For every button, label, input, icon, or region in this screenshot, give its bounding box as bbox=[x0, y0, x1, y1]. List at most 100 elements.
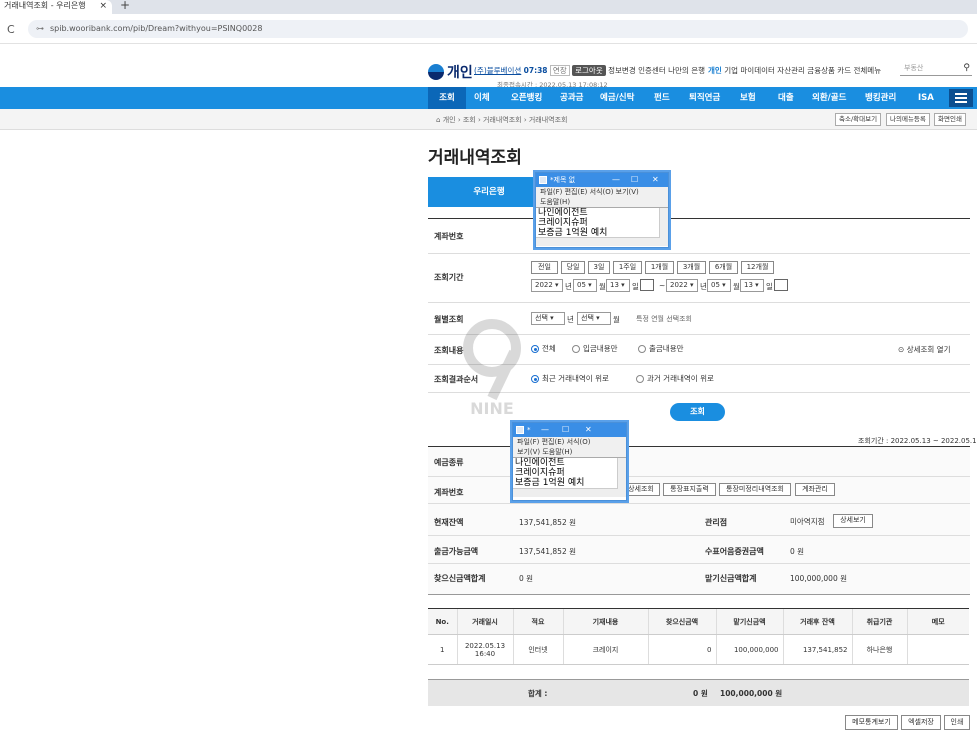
notepad-menu-help[interactable]: 도움말(H) bbox=[536, 197, 668, 207]
to-day-select[interactable]: 13 ▾ bbox=[740, 279, 764, 292]
nav-item-deposit[interactable]: 예금/신탁 bbox=[600, 87, 634, 109]
new-tab-icon[interactable]: + bbox=[120, 0, 130, 12]
top-menu-all[interactable]: 전체메뉴 bbox=[854, 66, 882, 75]
nav-item-utility[interactable]: 공과금 bbox=[560, 87, 583, 109]
vertical-scrollbar[interactable] bbox=[659, 208, 668, 238]
close-icon[interactable]: ✕ bbox=[585, 423, 592, 437]
hamburger-menu-icon[interactable] bbox=[949, 89, 973, 107]
maximize-icon[interactable]: ☐ bbox=[562, 423, 569, 437]
notepad-titlebar[interactable]: * — ☐ ✕ bbox=[513, 423, 626, 437]
account-mgmt-button[interactable]: 계좌관리 bbox=[795, 483, 835, 496]
notepad-text-area[interactable]: 나인에이전트 크레이지슈퍼 보증금 1억원 예치 bbox=[513, 457, 626, 489]
content-all-radio[interactable]: 전체 bbox=[531, 343, 556, 354]
notepad-titlebar[interactable]: *제목 없 — ☐ ✕ bbox=[536, 173, 668, 187]
account-label: 계좌번호 bbox=[434, 232, 464, 241]
info-change-link[interactable]: 정보변경 bbox=[608, 66, 636, 75]
tab-close-icon[interactable]: × bbox=[99, 0, 107, 12]
nav-item-insurance[interactable]: 보험 bbox=[740, 87, 756, 109]
nav-item-pension[interactable]: 퇴직연금 bbox=[689, 87, 720, 109]
to-month-select[interactable]: 05 ▾ bbox=[707, 279, 731, 292]
notepad-window[interactable]: * — ☐ ✕ 파일(F) 편집(E) 서식(O) 보기(V) 도움말(H) 나… bbox=[512, 422, 627, 501]
site-info-icon[interactable]: ⊶ bbox=[36, 20, 44, 38]
memo-stats-button[interactable]: 메모통계보기 bbox=[845, 715, 898, 730]
from-calendar-icon[interactable] bbox=[640, 279, 654, 291]
nav-item-fx-gold[interactable]: 외환/골드 bbox=[812, 87, 846, 109]
excel-save-button[interactable]: 엑셀저장 bbox=[901, 715, 941, 730]
logout-button[interactable]: 로그아웃 bbox=[572, 65, 606, 76]
period-prevday-button[interactable]: 전일 bbox=[531, 261, 558, 274]
branch-detail-button[interactable]: 상세보기 bbox=[833, 514, 873, 528]
notepad-text-area[interactable]: 나인에이전트 크레이지슈퍼 보증금 1억원 예치 bbox=[536, 207, 668, 238]
top-menu-products[interactable]: 금융상품 bbox=[807, 66, 835, 75]
horizontal-scrollbar[interactable] bbox=[536, 237, 668, 246]
nav-item-banking-mgmt[interactable]: 뱅킹관리 bbox=[865, 87, 896, 109]
order-recent-radio[interactable]: 최근 거래내역이 위로 bbox=[531, 373, 609, 384]
print-button[interactable]: 인쇄 bbox=[944, 715, 970, 730]
nav-item-transfer[interactable]: 이체 bbox=[474, 87, 490, 109]
notepad-line: 나인에이전트 bbox=[515, 458, 565, 468]
minimize-icon[interactable]: — bbox=[541, 423, 549, 437]
monthly-month-select[interactable]: 선택 ▾ bbox=[577, 312, 611, 325]
top-menu-asset[interactable]: 자산관리 bbox=[777, 66, 805, 75]
horizontal-scrollbar[interactable] bbox=[513, 488, 626, 497]
top-menu-mydata[interactable]: 마이데이터 bbox=[740, 66, 775, 75]
cert-center-link[interactable]: 인증센터 bbox=[638, 66, 666, 75]
from-day-value: 13 bbox=[610, 281, 619, 289]
notepad-menu[interactable]: 파일(F) 편집(E) 서식(O) 보기(V) bbox=[536, 187, 668, 197]
period-1month-button[interactable]: 1개월 bbox=[645, 261, 674, 274]
breadcrumb-home[interactable]: 개인 bbox=[443, 116, 456, 124]
home-icon[interactable]: ⌂ bbox=[436, 116, 440, 124]
site-logo[interactable]: 개인 bbox=[428, 62, 473, 82]
search-icon[interactable]: ⚲ bbox=[963, 62, 970, 74]
order-past-radio[interactable]: 과거 거래내역이 위로 bbox=[636, 373, 714, 384]
browser-tab[interactable]: 거래내역조회 - 우리은행 × bbox=[0, 0, 112, 14]
to-year-select[interactable]: 2022 ▾ bbox=[666, 279, 698, 292]
search-button[interactable]: 조회 bbox=[670, 403, 725, 421]
nav-item-openbanking[interactable]: 오픈뱅킹 bbox=[511, 87, 542, 109]
url-input[interactable]: ⊶ spib.wooribank.com/pib/Dream?withyou=PS… bbox=[28, 20, 968, 38]
notepad-menu-view[interactable]: 보기(V) 도움말(H) bbox=[513, 447, 626, 457]
nav-item-isa[interactable]: ISA bbox=[918, 87, 934, 109]
nav-item-fund[interactable]: 펀드 bbox=[654, 87, 670, 109]
top-search-input[interactable]: 부동산 ⚲ bbox=[900, 62, 972, 76]
top-menu-personal[interactable]: 개인 bbox=[708, 66, 722, 75]
top-menu-corporate[interactable]: 기업 bbox=[724, 66, 738, 75]
period-3day-button[interactable]: 3일 bbox=[588, 261, 610, 274]
from-month-select[interactable]: 05 ▾ bbox=[573, 279, 597, 292]
my-menu-button[interactable]: 나의메뉴등록 bbox=[886, 113, 930, 126]
period-6month-button[interactable]: 6개월 bbox=[709, 261, 738, 274]
notepad-window[interactable]: *제목 없 — ☐ ✕ 파일(F) 편집(E) 서식(O) 보기(V) 도움말(… bbox=[535, 172, 669, 248]
tab-woori-bank[interactable]: 우리은행 bbox=[428, 177, 550, 207]
cell-memo[interactable] bbox=[906, 634, 969, 665]
unposted-inquiry-button[interactable]: 통장미정리내역조회 bbox=[719, 483, 791, 496]
from-day-select[interactable]: 13 ▾ bbox=[606, 279, 630, 292]
close-icon[interactable]: ✕ bbox=[652, 173, 659, 187]
company-name[interactable]: (주)블루베이션 bbox=[474, 66, 521, 75]
passbook-cover-button[interactable]: 통장표지출력 bbox=[663, 483, 716, 496]
period-3month-button[interactable]: 3개월 bbox=[677, 261, 706, 274]
zoom-button[interactable]: 축소/확대보기 bbox=[835, 113, 882, 126]
print-screen-button[interactable]: 화면인쇄 bbox=[934, 113, 966, 126]
my-bank-link[interactable]: 나만의 은행 bbox=[668, 66, 705, 75]
content-deposit-radio[interactable]: 입금내용만 bbox=[572, 343, 618, 354]
top-menu-card[interactable]: 카드 bbox=[837, 66, 851, 75]
from-year-select[interactable]: 2022 ▾ bbox=[531, 279, 563, 292]
nav-item-inquiry[interactable]: 조회 bbox=[428, 87, 466, 109]
extend-button[interactable]: 연장 bbox=[549, 65, 570, 76]
monthly-month-value: 선택 bbox=[581, 314, 594, 322]
maximize-icon[interactable]: ☐ bbox=[631, 173, 638, 187]
content-withdraw-radio[interactable]: 출금내용만 bbox=[638, 343, 684, 354]
detail-inquiry-button[interactable]: 상세조회 bbox=[622, 483, 660, 496]
monthly-year-select[interactable]: 선택 ▾ bbox=[531, 312, 565, 325]
table-header-row: No. 거래일시 적요 기재내용 찾으신금액 맡기신금액 거래후 잔액 취급기관… bbox=[428, 608, 969, 635]
detail-toggle[interactable]: ⊙ 상세조회 열기 bbox=[898, 344, 950, 355]
period-today-button[interactable]: 당일 bbox=[561, 261, 585, 274]
notepad-menu[interactable]: 파일(F) 편집(E) 서식(O) bbox=[513, 437, 626, 447]
reload-icon[interactable]: C bbox=[7, 23, 15, 36]
to-calendar-icon[interactable] bbox=[774, 279, 788, 291]
minimize-icon[interactable]: — bbox=[612, 173, 620, 187]
period-12month-button[interactable]: 12개월 bbox=[741, 261, 774, 274]
nav-item-loan[interactable]: 대출 bbox=[778, 87, 794, 109]
period-1week-button[interactable]: 1주일 bbox=[613, 261, 642, 274]
vertical-scrollbar[interactable] bbox=[617, 458, 626, 489]
